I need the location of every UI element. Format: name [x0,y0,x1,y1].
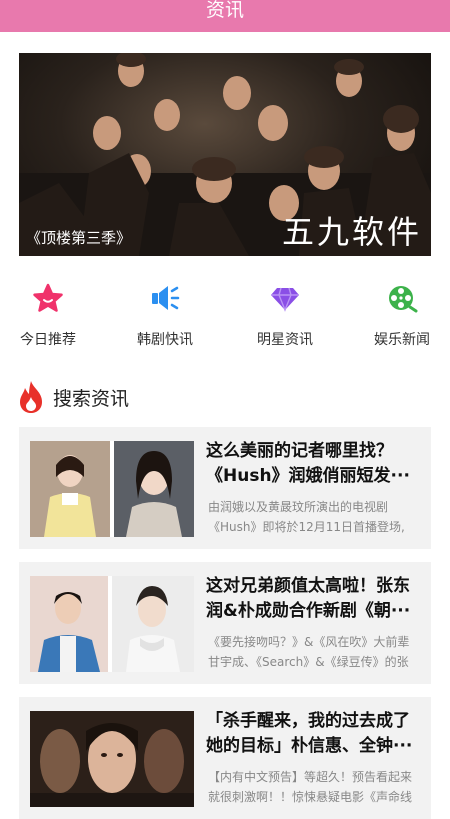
quick-nav-label: 明星资讯 [257,332,313,348]
banner-watermark: 五九软件 [281,213,422,251]
quick-nav-label: 韩剧快讯 [137,332,193,348]
speaker-icon [152,286,180,310]
fire-icon [20,381,42,413]
film-reel-icon [389,286,418,313]
news-card[interactable]: 这对兄弟颜值太高啦！张东润&朴成勋合作新剧《朝··· 《要先接吻吗？》&《风在吹… [19,562,431,684]
news-thumbnail [30,441,194,537]
quick-nav-kdrama-news[interactable]: 韩剧快讯 [120,282,210,349]
section-title: 搜索资讯 [53,387,130,410]
diamond-icon [271,287,299,312]
quick-nav-label: 娱乐新闻 [374,332,430,348]
top-bar: 资讯 [0,0,450,32]
news-card[interactable]: 这么美丽的记者哪里找？《Hush》润娥俏丽短发··· 由润娥以及黄晸玟所演出的电… [19,427,431,549]
news-title: 这么美丽的记者哪里找？《Hush》润娥俏丽短发··· [206,441,410,486]
star-icon [33,283,63,312]
section-header: 搜索资讯 [18,380,129,414]
quick-nav-star-news[interactable]: 明星资讯 [240,282,330,349]
news-description: 由润娥以及黄晸玟所演出的电视剧《Hush》即将於12月11日首播登场, [208,500,405,534]
banner-carousel[interactable]: 《顶楼第三季》 五九软件 [19,53,431,256]
news-title: 这对兄弟颜值太高啦！张东润&朴成勋合作新剧《朝··· [206,576,411,621]
quick-nav-entertainment-news[interactable]: 娱乐新闻 [357,282,447,349]
news-thumbnail [30,576,194,672]
quick-nav-today-recommend[interactable]: 今日推荐 [3,282,93,349]
quick-nav: 今日推荐 韩剧快讯 明星资讯 娱乐新闻 [0,282,450,352]
news-card[interactable]: 「杀手醒来，我的过去成了她的目标」朴信惠、全钟··· 【内有中文预告】等超久！预… [19,697,431,819]
news-description: 《要先接吻吗？》&《风在吹》大前辈甘宇成、《Search》&《绿豆传》的张 [208,635,410,669]
banner-caption: 《顶楼第三季》 [26,229,132,247]
page-title: 资讯 [205,0,244,21]
news-description: 【内有中文预告】等超久！预告看起来就很刺激啊！！惊悚悬疑电影《声命线 [208,770,413,804]
quick-nav-label: 今日推荐 [20,332,76,348]
news-title: 「杀手醒来，我的过去成了她的目标」朴信惠、全钟··· [206,711,413,756]
news-thumbnail [30,711,194,807]
